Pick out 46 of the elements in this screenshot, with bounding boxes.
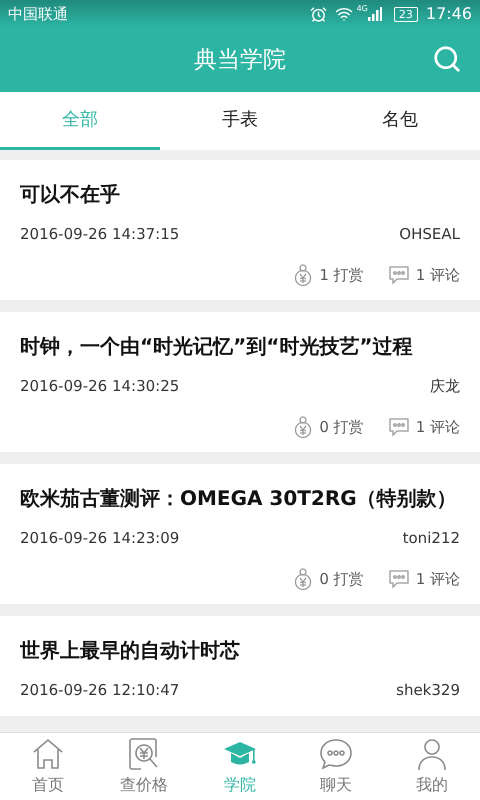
article-author: 庆龙: [430, 376, 460, 397]
search-button[interactable]: [432, 44, 462, 74]
article-title: 时钟，一个由“时光记忆”到“时光技艺”过程: [20, 333, 414, 360]
category-tab[interactable]: 名包: [320, 92, 480, 150]
clock-text: 17:46: [426, 3, 472, 25]
reward-count: 0 打赏: [319, 568, 364, 590]
article-card[interactable]: 时钟，一个由“时光记忆”到“时光技艺”过程 2016-09-26 14:30:25 庆龙 0 打赏 1 评论: [0, 312, 480, 452]
person-icon: [415, 736, 449, 770]
reward-count: 0 打赏: [319, 416, 364, 438]
nav-tab[interactable]: 聊天: [288, 733, 384, 800]
signal-icon: [368, 7, 382, 21]
article-date: 2016-09-26 14:37:15: [20, 224, 180, 245]
article-author: toni212: [402, 528, 460, 549]
article-title: 欧米茄古董测评：OMEGA 30T2RG（特别款）: [20, 485, 458, 512]
money-bag-icon: [293, 416, 314, 438]
article-card[interactable]: 可以不在乎 2016-09-26 14:37:15 OHSEAL 1 打赏 1 评论: [0, 160, 480, 300]
comment-icon: [388, 264, 410, 285]
carrier-text: 中国联通: [8, 4, 68, 25]
comment-icon: [388, 568, 410, 589]
chat-bubble-icon: [319, 736, 353, 770]
category-tab[interactable]: 手表: [160, 92, 320, 150]
reward-count: 1 打赏: [319, 264, 364, 286]
article-title: 世界上最早的自动计时芯: [20, 637, 241, 664]
money-bag-icon: [293, 568, 314, 590]
article-date: 2016-09-26 14:23:09: [20, 528, 180, 549]
page-title: 典当学院: [194, 46, 286, 75]
nav-tab[interactable]: 我的: [384, 733, 480, 800]
article-card[interactable]: 世界上最早的自动计时芯 2016-09-26 12:10:47 shek329: [0, 616, 480, 716]
alarm-icon: [310, 6, 327, 22]
house-icon: [31, 736, 65, 770]
wifi-icon: [334, 5, 353, 23]
nav-tab[interactable]: 查价格: [96, 733, 192, 800]
money-bag-icon: [293, 264, 314, 286]
comment-count: 1 评论: [416, 416, 460, 438]
network-text: 4G: [356, 3, 368, 15]
article-author: shek329: [396, 680, 460, 701]
article-date: 2016-09-26 12:10:47: [20, 680, 180, 701]
article-card[interactable]: 欧米茄古董测评：OMEGA 30T2RG（特别款） 2016-09-26 14:23:09 toni212 0 打赏 1 评论: [0, 464, 480, 604]
nav-tab[interactable]: 首页: [0, 733, 96, 800]
battery-indicator: 23: [394, 6, 418, 22]
comment-count: 1 评论: [416, 568, 460, 590]
article-date: 2016-09-26 14:30:25: [20, 376, 180, 397]
comment-count: 1 评论: [416, 264, 460, 286]
article-title: 可以不在乎: [20, 181, 121, 208]
article-author: OHSEAL: [399, 224, 460, 245]
comment-icon: [388, 416, 410, 437]
